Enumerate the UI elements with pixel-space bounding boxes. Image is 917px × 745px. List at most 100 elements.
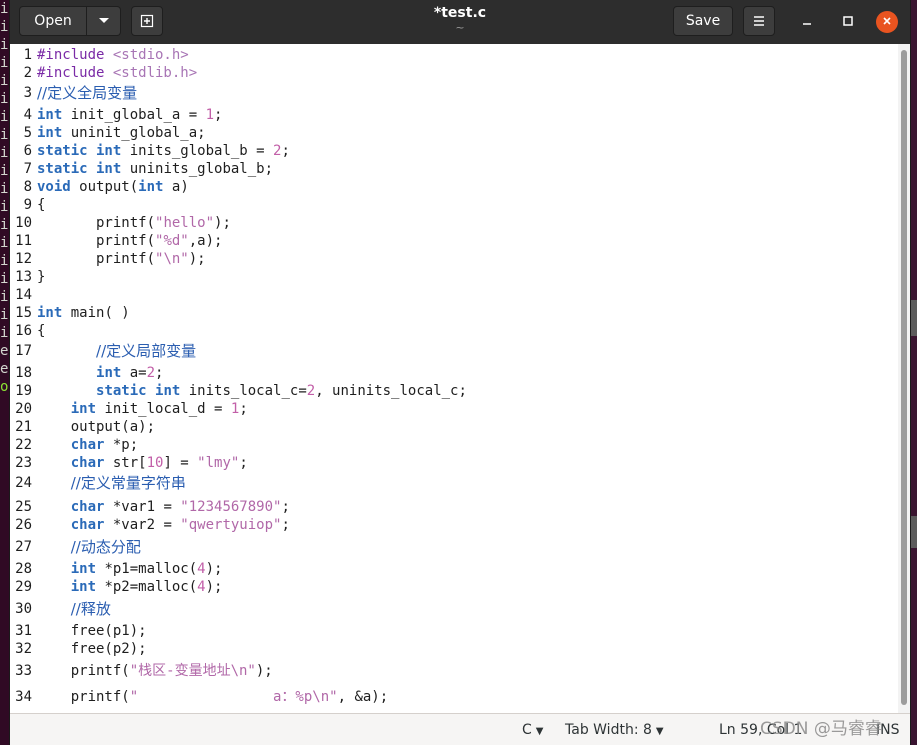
vertical-scrollbar[interactable] (898, 44, 910, 713)
code-line[interactable]: 13} (10, 268, 896, 286)
code-text: printf("栈区-变量地址\n"); (37, 662, 273, 680)
code-token: //定义全局变量 (37, 84, 138, 102)
caret-down-icon: ▼ (535, 726, 544, 737)
code-line[interactable]: 30 //释放 (10, 600, 896, 618)
code-line[interactable]: 33 printf("栈区-变量地址\n"); (10, 662, 896, 680)
code-text: int a=2; (37, 364, 163, 382)
maximize-icon (843, 16, 853, 26)
code-token: 2 (146, 365, 156, 381)
line-number: 16 (15, 323, 32, 339)
line-number: 28 (15, 561, 32, 577)
code-line[interactable]: 5 int uninit_global_a; (10, 124, 896, 142)
open-dropdown-button[interactable] (87, 6, 121, 36)
code-line[interactable]: 9{ (10, 196, 896, 214)
line-number: 17 (15, 343, 32, 359)
csdn-watermark: CSDN @马睿睿 (760, 719, 882, 739)
code-token: int (70, 561, 97, 577)
code-line[interactable]: 29 int *p2=malloc(4); (10, 578, 896, 596)
code-line[interactable]: 32 free(p2); (10, 640, 896, 658)
line-number: 8 (23, 179, 32, 195)
code-line[interactable]: 10 printf("hello"); (10, 214, 896, 232)
code-line[interactable]: 25 char *var1 = "1234567890"; (10, 498, 896, 516)
close-button[interactable] (876, 11, 898, 33)
code-line[interactable]: 8 void output(int a) (10, 178, 896, 196)
code-text: { (37, 322, 45, 340)
code-line[interactable]: 12 printf("\n"); (10, 250, 896, 268)
code-line[interactable]: 31 free(p1); (10, 622, 896, 640)
code-editor[interactable]: 1 #include <stdio.h> 2 #include <stdlib.h> 3… (10, 44, 910, 713)
scrollbar-thumb[interactable] (901, 50, 907, 705)
code-token: "\n" (155, 251, 189, 267)
code-line[interactable]: 16 { (10, 322, 896, 340)
code-line[interactable]: 11 printf("%d",a); (10, 232, 896, 250)
code-token: "lmy" (197, 455, 240, 471)
code-line[interactable]: 22 char *p; (10, 436, 896, 454)
code-line[interactable]: 26 char *var2 = "qwertyuiop"; (10, 516, 896, 534)
code-line[interactable]: 2 #include <stdlib.h> (10, 64, 896, 82)
code-line[interactable]: 15 int main( ) (10, 304, 896, 322)
code-line[interactable]: 19 static int inits_local_c=2, uninits_l… (10, 382, 896, 400)
code-line[interactable]: 27 //动态分配 (10, 538, 896, 556)
line-number: 26 (15, 517, 32, 533)
code-token: <stdio.h> (112, 47, 189, 63)
code-token: //释放 (70, 600, 111, 618)
code-text: int uninit_global_a; (37, 124, 206, 142)
code-token: , uninits_local_c; (315, 383, 467, 399)
code-token: str[ (104, 455, 147, 471)
line-number: 11 (15, 233, 32, 249)
code-line[interactable]: 7 static int uninits_global_b; (10, 160, 896, 178)
code-line[interactable]: 24 //定义常量字符串 (10, 474, 896, 492)
open-button-label: Open (34, 13, 72, 29)
code-token: char (70, 517, 105, 533)
code-token: //定义常量字符串 (70, 474, 186, 492)
code-token: #include (37, 47, 113, 63)
code-line[interactable]: 14 (10, 286, 896, 304)
new-tab-button[interactable] (131, 6, 163, 36)
code-token: printf( (37, 663, 130, 679)
save-button[interactable]: Save (673, 6, 733, 36)
hamburger-menu-button[interactable] (743, 6, 775, 36)
code-token: init_global_a = (70, 107, 206, 123)
code-text: static int inits_global_b = 2; (37, 142, 290, 160)
code-line[interactable]: 18 int a=2; (10, 364, 896, 382)
code-text: static int inits_local_c=2, uninits_loca… (37, 382, 467, 400)
code-line[interactable]: 28 int *p1=malloc(4); (10, 560, 896, 578)
code-token: ); (214, 215, 231, 231)
code-token: static int (37, 161, 122, 177)
line-number: 12 (15, 251, 32, 267)
code-line[interactable]: 34 printf(" a：%p\n", &a); (10, 688, 896, 706)
code-text: //定义局部变量 (37, 342, 196, 361)
code-token: ; (239, 401, 248, 417)
code-token: static int (37, 143, 122, 159)
open-button[interactable]: Open (19, 6, 87, 36)
language-selector[interactable]: C ▼ (522, 721, 543, 741)
code-line[interactable]: 3 //定义全局变量 (10, 84, 896, 102)
code-token: int (138, 179, 164, 195)
code-line[interactable]: 4 int init_global_a = 1; (10, 106, 896, 124)
maximize-button[interactable] (837, 11, 859, 33)
code-line[interactable]: 1 #include <stdio.h> (10, 46, 896, 64)
document-title: *test.c (433, 5, 487, 21)
header-bar: Open *test.c ~ Save (10, 0, 910, 44)
code-token: *var1 = (104, 499, 181, 515)
code-token: 2 (306, 383, 316, 399)
code-token: printf( (37, 251, 156, 267)
line-number: 24 (15, 475, 32, 491)
minimize-button[interactable] (796, 11, 818, 33)
code-line[interactable]: 21 output(a); (10, 418, 896, 436)
tab-width-selector[interactable]: Tab Width: 8 ▼ (565, 721, 664, 741)
code-line[interactable]: 20 int init_local_d = 1; (10, 400, 896, 418)
code-line[interactable]: 23 char str[10] = "lmy"; (10, 454, 896, 472)
code-token: } (37, 269, 46, 285)
code-text: //定义全局变量 (37, 84, 137, 103)
code-line[interactable]: 17 //定义局部变量 (10, 342, 896, 360)
code-line[interactable]: 6 static int inits_global_b = 2; (10, 142, 896, 160)
code-token: "栈区-变量地址\n" (129, 663, 256, 679)
